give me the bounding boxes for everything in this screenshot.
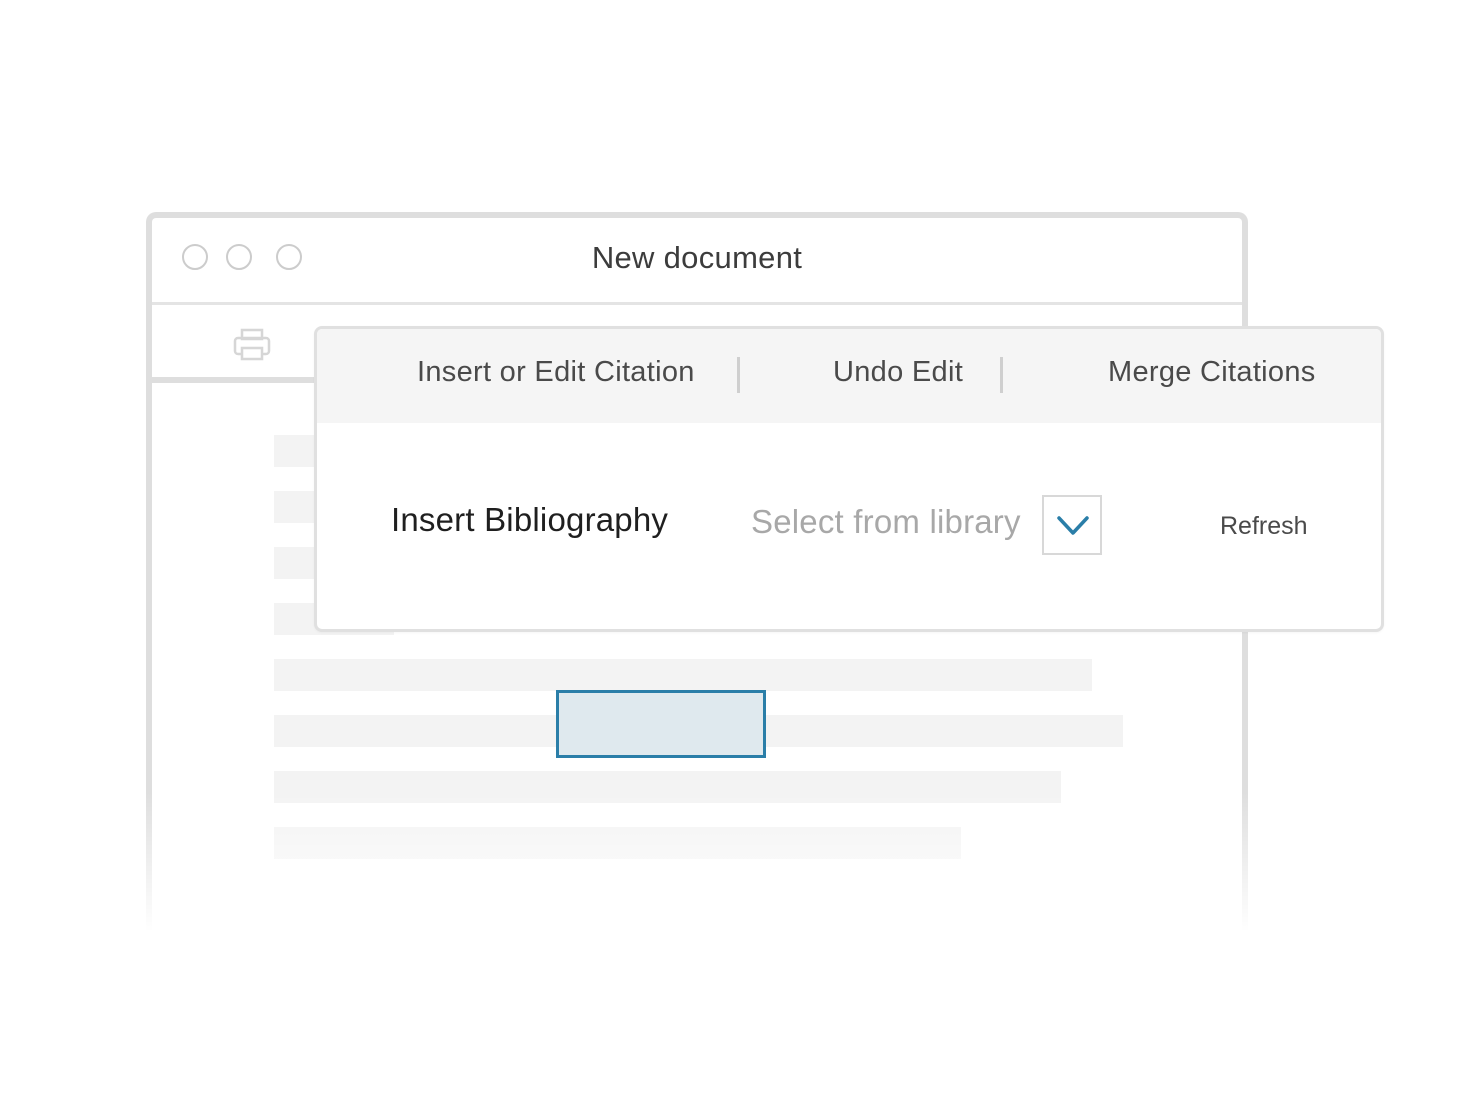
citation-menu-bar: Insert or Edit Citation Undo Edit Merge …	[317, 329, 1381, 423]
library-select[interactable]: Select from library	[751, 503, 1021, 541]
text-line	[274, 659, 1092, 691]
library-dropdown-button[interactable]	[1042, 495, 1102, 555]
undo-edit-button[interactable]: Undo Edit	[833, 356, 963, 389]
insert-edit-citation-button[interactable]: Insert or Edit Citation	[417, 356, 695, 389]
document-fade	[142, 792, 1252, 932]
citation-plugin-panel: Insert or Edit Citation Undo Edit Merge …	[314, 326, 1384, 632]
menu-separator	[737, 357, 740, 393]
insert-bibliography-button[interactable]: Insert Bibliography	[391, 501, 668, 539]
merge-citations-button[interactable]: Merge Citations	[1108, 356, 1316, 389]
selected-text-highlight[interactable]	[556, 690, 766, 758]
refresh-button[interactable]: Refresh	[1220, 512, 1308, 541]
menu-separator	[1000, 357, 1003, 393]
window-title: New document	[591, 240, 803, 275]
window-titlebar: New document	[152, 218, 1242, 305]
screen: New document Insert or Edit Citation Und…	[0, 0, 1480, 1108]
chevron-down-icon	[1057, 516, 1089, 535]
text-line	[274, 827, 961, 859]
print-icon[interactable]	[232, 327, 272, 363]
text-line	[274, 771, 1061, 803]
